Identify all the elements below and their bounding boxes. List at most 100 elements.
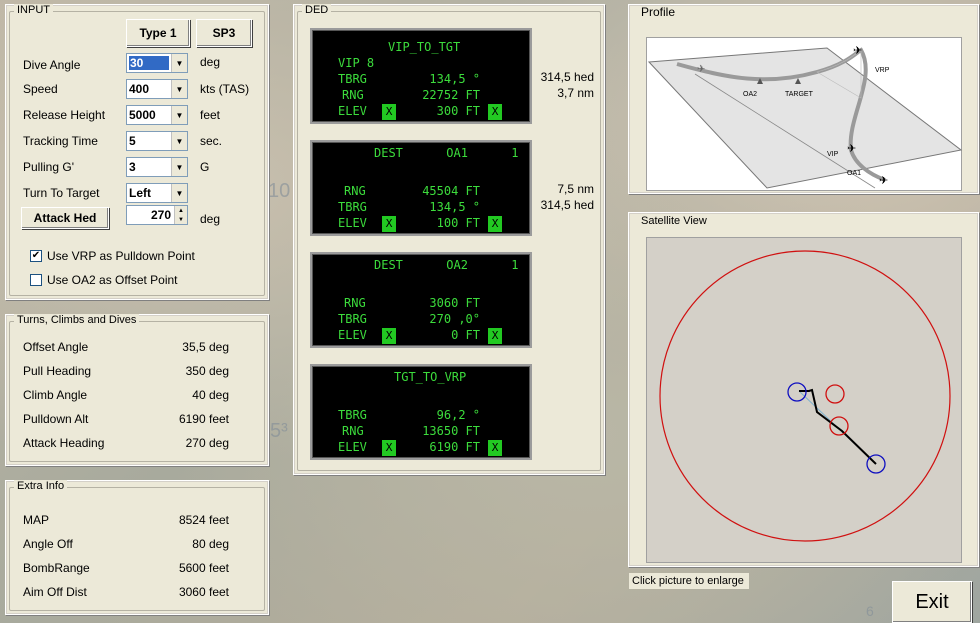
pulldown-alt-value: 6190 feet: [178, 412, 229, 426]
chevron-down-icon[interactable]: ▼: [171, 106, 187, 124]
pulling-g-select[interactable]: 3 ▼: [126, 157, 188, 177]
ded-elev-value: 300 FT: [436, 104, 480, 118]
input-panel: INPUT Type 1 SP3 Dive Angle 30 ▼ deg Spe…: [5, 4, 269, 300]
ded-tbrg-label: TBRG: [338, 312, 367, 326]
speed-value: 400: [129, 82, 150, 96]
profile-panel-title: Profile: [638, 6, 679, 18]
use-vrp-checkbox[interactable]: ✔: [30, 250, 42, 262]
ded-rng-value: 22752 FT: [422, 88, 480, 102]
pulldown-circle: [829, 416, 849, 436]
ded-x-marker: X: [382, 328, 396, 344]
attack-hed-spinner[interactable]: 270 ▲ ▼: [126, 205, 188, 225]
chevron-down-icon[interactable]: ▼: [171, 54, 187, 72]
tracking-time-value: 5: [129, 134, 136, 148]
bomb-range-value: 5600 feet: [178, 561, 229, 575]
aim-off-dist-value: 3060 feet: [178, 585, 229, 599]
pulling-g-value: 3: [129, 160, 136, 174]
attack-heading-value: 270 deg: [185, 436, 229, 450]
offset-angle-value: 35,5 deg: [182, 340, 229, 354]
chevron-up-icon[interactable]: ▲: [175, 206, 187, 215]
dive-angle-value: 30: [129, 56, 169, 70]
attack-heading-label: Attack Heading: [23, 436, 105, 450]
profile-picture[interactable]: VRP OA2 TARGET VIP OA1 ✈ ✈ ✈ ✈: [646, 37, 963, 191]
attack-track: [799, 388, 877, 465]
extra-info-panel-title: Extra Info: [14, 480, 68, 492]
ded-tbrg-label: TBRG: [338, 200, 367, 214]
speed-select[interactable]: 400 ▼: [126, 79, 188, 99]
enlarge-hint: Click picture to enlarge: [629, 573, 749, 589]
chevron-down-icon[interactable]: ▼: [171, 184, 187, 202]
turns-panel: Turns, Climbs and Dives Offset Angle 35,…: [5, 314, 269, 466]
turns-panel-title: Turns, Climbs and Dives: [14, 314, 140, 326]
input-panel-title: INPUT: [14, 4, 53, 16]
attack-hed-unit: deg: [200, 212, 221, 226]
ded-screen-oa2: DEST OA2 1 RNG 3060 FT TBRG 270 ,0° ELEV…: [310, 252, 532, 348]
target-circle: [825, 384, 845, 404]
ded-rng-value: 3060 FT: [429, 296, 480, 310]
exit-button[interactable]: Exit: [892, 581, 972, 623]
ded-header: VIP_TO_TGT: [388, 40, 461, 54]
use-vrp-checkbox-row[interactable]: ✔ Use VRP as Pulldown Point: [30, 249, 195, 263]
use-oa2-checkbox[interactable]: [30, 274, 42, 286]
release-height-unit: feet: [200, 108, 221, 122]
ded-side-1: 7,5 nm: [557, 182, 594, 196]
ded-header: DEST OA1 1: [374, 146, 519, 160]
speed-label: Speed: [23, 82, 58, 96]
release-height-label: Release Height: [23, 108, 106, 122]
pulling-g-label: Pulling G': [23, 160, 74, 174]
aircraft-icon: ✈: [879, 175, 888, 187]
ded-tbrg-value: 134,5 °: [429, 72, 480, 86]
pull-heading-value: 350 deg: [185, 364, 229, 378]
tracking-time-select[interactable]: 5 ▼: [126, 131, 188, 151]
ded-elev-value: 100 FT: [436, 216, 480, 230]
attack-hed-value: 270: [150, 208, 171, 222]
attack-hed-button[interactable]: Attack Hed: [21, 207, 109, 229]
oa1-label: OA1: [847, 170, 861, 177]
spinner-arrows[interactable]: ▲ ▼: [174, 206, 187, 224]
chevron-down-icon[interactable]: ▼: [171, 158, 187, 176]
release-height-select[interactable]: 5000 ▼: [126, 105, 188, 125]
tracking-time-unit: sec.: [200, 134, 223, 148]
dive-angle-select[interactable]: 30 ▼: [126, 53, 188, 73]
bomb-range-label: BombRange: [23, 561, 90, 575]
ded-rng-label: RNG: [344, 184, 366, 198]
sp3-button[interactable]: SP3: [196, 19, 252, 47]
aircraft-icon: ✈: [847, 143, 856, 155]
oa2-label: OA2: [743, 91, 757, 98]
ded-rng-value: 13650 FT: [422, 424, 480, 438]
turn-to-target-select[interactable]: Left ▼: [126, 183, 188, 203]
ded-x-marker: X: [488, 216, 502, 232]
chevron-down-icon[interactable]: ▼: [171, 132, 187, 150]
climb-angle-label: Climb Angle: [23, 388, 88, 402]
ded-rng-label: RNG: [342, 88, 364, 102]
pull-heading-label: Pull Heading: [23, 364, 92, 378]
map-mark: 5³: [270, 420, 288, 442]
ded-x-marker: X: [488, 328, 502, 344]
ded-x-marker: X: [488, 104, 502, 120]
profile-diagram: VRP OA2 TARGET VIP OA1 ✈ ✈ ✈ ✈: [647, 45, 963, 189]
turn-to-target-label: Turn To Target: [23, 186, 100, 200]
ded-side-2: 3,7 nm: [557, 86, 594, 100]
pulling-g-unit: G: [200, 160, 210, 174]
ded-x-marker: X: [382, 104, 396, 120]
ded-screen-oa1: DEST OA1 1 RNG 45504 FT TBRG 134,5 ° ELE…: [310, 140, 532, 236]
offset-angle-label: Offset Angle: [23, 340, 89, 354]
type1-button[interactable]: Type 1: [126, 19, 190, 47]
dive-angle-label: Dive Angle: [23, 58, 81, 72]
pulldown-alt-label: Pulldown Alt: [23, 412, 89, 426]
ded-elev-value: 0 FT: [451, 328, 480, 342]
angle-off-label: Angle Off: [23, 537, 73, 551]
vrp-label: VRP: [875, 67, 890, 74]
speed-unit: kts (TAS): [200, 82, 250, 96]
chevron-down-icon[interactable]: ▼: [171, 80, 187, 98]
use-oa2-checkbox-row[interactable]: Use OA2 as Offset Point: [30, 273, 178, 287]
map-mark: 6: [866, 603, 874, 619]
ded-x-marker: X: [488, 440, 502, 456]
chevron-down-icon[interactable]: ▼: [175, 215, 187, 224]
ded-panel-title: DED: [302, 4, 332, 16]
ded-tbrg-value: 96,2 °: [436, 408, 480, 422]
ded-elev-value: 6190 FT: [429, 440, 480, 454]
ded-elev-label: ELEV: [338, 440, 367, 454]
satellite-picture[interactable]: [646, 237, 962, 563]
ded-rng-label: RNG: [342, 424, 364, 438]
